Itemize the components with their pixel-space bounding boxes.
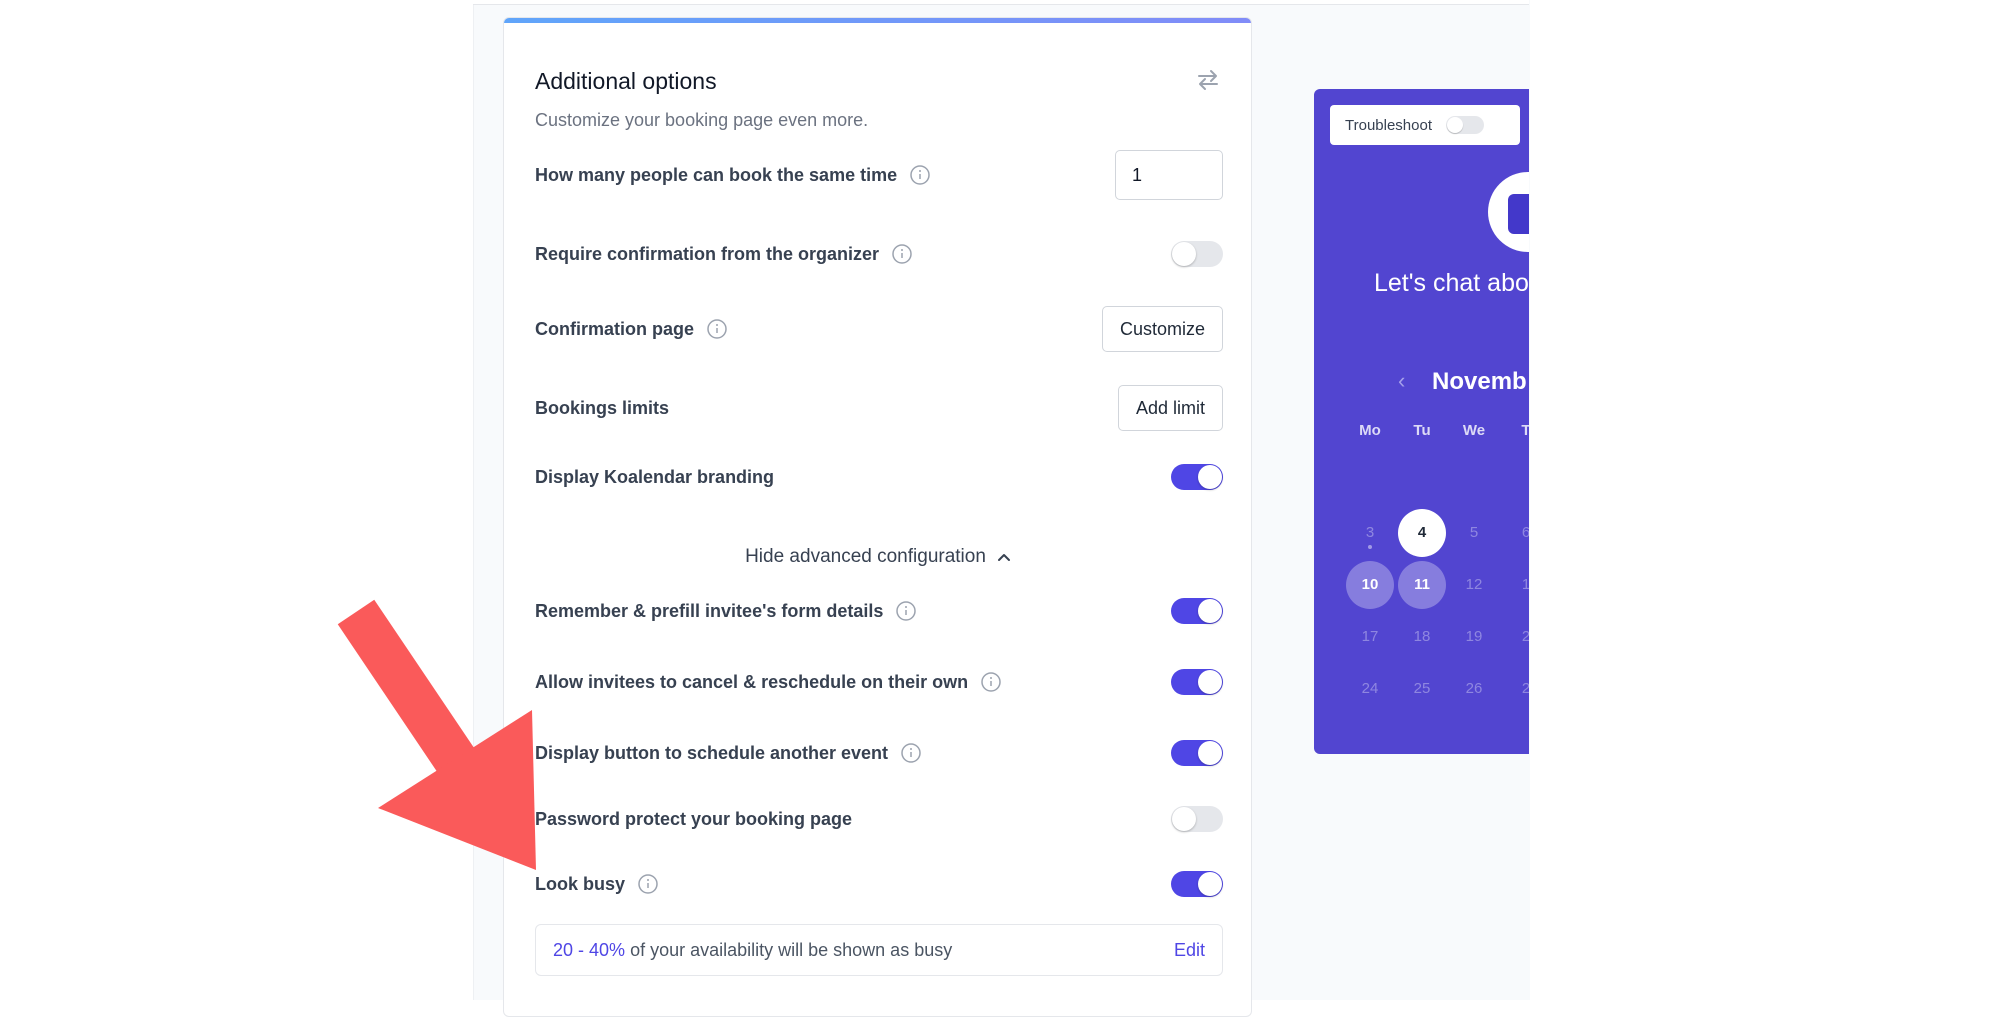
confirmation-page-row: Confirmation page Customize <box>535 304 1223 354</box>
toggle-knob <box>1198 599 1222 623</box>
calendar-day-available[interactable]: 11 <box>1398 561 1446 609</box>
info-icon[interactable] <box>909 164 931 186</box>
booking-page-preview: Troubleshoot Let's chat abo ‹ Novemb Mo … <box>1314 89 1529 754</box>
cancel-reschedule-row: Allow invitees to cancel & reschedule on… <box>535 657 1223 707</box>
look-busy-summary-text: 20 - 40% of your availability will be sh… <box>553 940 952 961</box>
calendar-day: 12 <box>1465 576 1483 593</box>
toggle-knob <box>1172 807 1196 831</box>
password-protect-row: Password protect your booking page <box>535 794 1223 844</box>
calendar-day: 6 <box>1521 524 1529 541</box>
avatar <box>1488 172 1529 252</box>
branding-label: Display Koalendar branding <box>535 466 775 487</box>
weekday-header: Mo <box>1359 422 1381 439</box>
booking-limits-row: Bookings limits Add limit <box>535 383 1223 433</box>
chevron-up-icon <box>997 553 1010 561</box>
look-busy-toggle[interactable] <box>1171 871 1223 897</box>
calendar-day: 2 <box>1521 628 1529 645</box>
troubleshoot-toggle[interactable] <box>1446 116 1484 134</box>
capacity-row: How many people can book the same time <box>535 150 1223 200</box>
remember-prefill-toggle[interactable] <box>1171 598 1223 624</box>
calendar-day-available[interactable]: 10 <box>1346 561 1394 609</box>
capacity-label: How many people can book the same time <box>535 164 898 185</box>
schedule-another-toggle[interactable] <box>1171 740 1223 766</box>
app-top-border <box>473 0 1529 5</box>
hide-advanced-configuration-link[interactable]: Hide advanced configuration <box>504 546 1251 568</box>
toggle-knob <box>1198 872 1222 896</box>
weekday-header: Tu <box>1413 422 1431 439</box>
require-confirmation-row: Require confirmation from the organizer <box>535 229 1223 279</box>
card-title: Additional options <box>535 68 717 94</box>
cancel-reschedule-toggle[interactable] <box>1171 669 1223 695</box>
info-icon[interactable] <box>891 243 913 265</box>
chevron-left-icon[interactable]: ‹ <box>1398 368 1405 394</box>
calendar-day: 24 <box>1361 680 1379 697</box>
swap-arrows-icon[interactable] <box>1194 66 1222 94</box>
add-limit-button[interactable]: Add limit <box>1117 385 1223 431</box>
remember-prefill-label: Remember & prefill invitee's form detail… <box>535 600 884 621</box>
weekday-header: T <box>1521 422 1529 439</box>
remember-prefill-row: Remember & prefill invitee's form detail… <box>535 586 1223 636</box>
calendar-day: 25 <box>1413 680 1431 697</box>
card-accent-bar <box>504 18 1251 23</box>
busy-description: of your availability will be shown as bu… <box>630 939 953 960</box>
calendar-day: 26 <box>1465 680 1483 697</box>
busy-range-value: 20 - 40% <box>553 939 626 960</box>
calendar-day: 2 <box>1521 680 1529 697</box>
calendar-day: 19 <box>1465 628 1483 645</box>
info-icon[interactable] <box>980 671 1002 693</box>
calendar-day: 5 <box>1469 524 1479 541</box>
annotation-arrow-shaft <box>337 599 507 821</box>
toggle-knob <box>1198 741 1222 765</box>
schedule-another-row: Display button to schedule another event <box>535 728 1223 778</box>
booking-limits-label: Bookings limits <box>535 397 670 418</box>
calendar-day: 18 <box>1413 628 1431 645</box>
toggle-knob <box>1447 117 1463 133</box>
card-subtitle: Customize your booking page even more. <box>535 110 869 130</box>
info-icon[interactable] <box>706 318 728 340</box>
info-icon[interactable] <box>895 600 917 622</box>
password-protect-label: Password protect your booking page <box>535 808 853 829</box>
toggle-knob <box>1198 465 1222 489</box>
weekday-header: We <box>1462 422 1486 439</box>
koala-logo-icon <box>1508 194 1529 234</box>
additional-options-card: Additional options Customize your bookin… <box>503 17 1252 1017</box>
require-confirmation-toggle[interactable] <box>1171 241 1223 267</box>
look-busy-summary: 20 - 40% of your availability will be sh… <box>535 924 1223 976</box>
calendar-day: 17 <box>1361 628 1379 645</box>
hide-advanced-configuration-label: Hide advanced configuration <box>745 546 986 567</box>
schedule-another-label: Display button to schedule another event <box>535 742 889 763</box>
calendar-day: 3 <box>1365 524 1375 541</box>
toggle-knob <box>1172 242 1196 266</box>
edit-busy-link[interactable]: Edit <box>1174 940 1205 961</box>
today-marker-dot <box>1368 545 1372 549</box>
look-busy-row: Look busy <box>535 859 1223 909</box>
month-label: Novemb <box>1432 368 1527 395</box>
confirmation-page-label: Confirmation page <box>535 318 695 339</box>
look-busy-label: Look busy <box>535 873 626 894</box>
calendar-day-selected[interactable]: 4 <box>1398 509 1446 557</box>
password-protect-toggle[interactable] <box>1171 806 1223 832</box>
troubleshoot-toggle-box[interactable]: Troubleshoot <box>1330 105 1520 145</box>
info-icon[interactable] <box>637 873 659 895</box>
capacity-input[interactable] <box>1115 150 1223 200</box>
event-title: Let's chat abo <box>1374 269 1529 297</box>
branding-toggle[interactable] <box>1171 464 1223 490</box>
calendar-day: 1 <box>1521 576 1529 593</box>
troubleshoot-label: Troubleshoot <box>1345 116 1432 134</box>
customize-button[interactable]: Customize <box>1101 306 1223 352</box>
cancel-reschedule-label: Allow invitees to cancel & reschedule on… <box>535 671 969 692</box>
branding-row: Display Koalendar branding <box>535 452 1223 502</box>
info-icon[interactable] <box>900 742 922 764</box>
require-confirmation-label: Require confirmation from the organizer <box>535 243 880 264</box>
toggle-knob <box>1198 670 1222 694</box>
